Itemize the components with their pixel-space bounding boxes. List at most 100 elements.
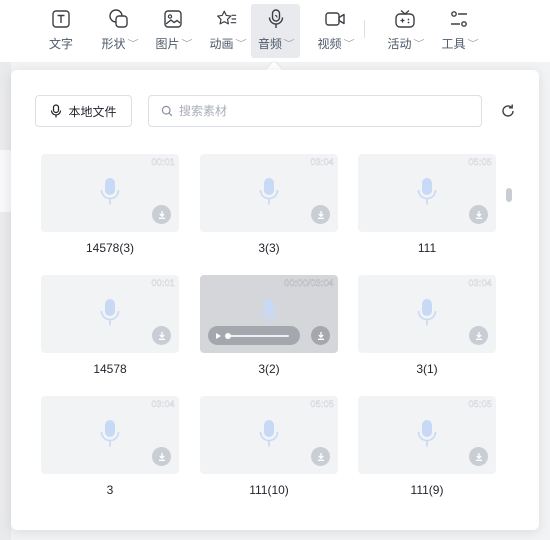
audio-duration: 05:05 xyxy=(468,399,492,409)
microphone-icon xyxy=(259,177,279,207)
audio-thumbnail[interactable]: 00:00/03:04 xyxy=(200,275,338,353)
activity-icon xyxy=(394,8,416,30)
tool-tools[interactable]: 工具 ﹀ xyxy=(438,4,480,58)
audio-thumbnail[interactable]: 03:04 xyxy=(41,396,179,474)
audio-icon xyxy=(265,8,287,30)
audio-title: 14578(3) xyxy=(85,241,135,255)
audio-thumbnail[interactable]: 05:05 xyxy=(358,154,496,232)
chevron-down-icon: ﹀ xyxy=(283,39,295,48)
audio-card[interactable]: 05:05 111(9) xyxy=(358,396,496,497)
audio-card[interactable]: 05:05 111(10) xyxy=(200,396,338,497)
tool-image[interactable]: 图片 ﹀ xyxy=(152,4,194,58)
chevron-down-icon: ﹀ xyxy=(126,39,139,48)
tool-audio-label: 音频 xyxy=(257,37,282,51)
audio-thumbnail[interactable]: 00:01 xyxy=(41,154,179,232)
audio-player[interactable] xyxy=(208,326,300,345)
download-icon[interactable] xyxy=(311,326,330,345)
background-canvas xyxy=(0,62,11,540)
tools-icon xyxy=(448,8,470,30)
microphone-icon xyxy=(50,104,62,118)
audio-card[interactable]: 03:04 3(1) xyxy=(358,275,496,376)
local-file-button[interactable]: 本地文件 xyxy=(35,95,132,127)
tool-shape-label: 形状 xyxy=(101,37,126,51)
tool-shape[interactable]: 形状 ﹀ xyxy=(98,4,140,58)
audio-panel: 本地文件 00:01 14578(3) 03:04 3(3) 05:05 111 00:01… xyxy=(11,70,539,530)
audio-duration: 03:04 xyxy=(468,278,492,288)
audio-card[interactable]: 03:04 3 xyxy=(41,396,179,497)
tool-video[interactable]: 视频 ﹀ xyxy=(314,4,356,58)
tool-activity[interactable]: 活动 ﹀ xyxy=(384,4,426,58)
tool-activity-label: 活动 xyxy=(387,37,412,51)
tool-text[interactable]: 文字 xyxy=(44,4,78,58)
microphone-icon xyxy=(259,419,279,449)
tool-animation[interactable]: 动画 ﹀ xyxy=(206,4,248,58)
chevron-down-icon: ﹀ xyxy=(342,39,355,48)
audio-title: 111 xyxy=(417,241,437,255)
audio-title: 14578 xyxy=(93,362,127,376)
audio-thumbnail[interactable]: 03:04 xyxy=(358,275,496,353)
download-icon[interactable] xyxy=(469,205,488,224)
audio-duration: 05:05 xyxy=(310,399,334,409)
image-icon xyxy=(162,8,184,30)
search-input[interactable] xyxy=(179,104,459,118)
audio-duration: 05:05 xyxy=(468,157,492,167)
audio-duration: 03:04 xyxy=(310,157,334,167)
microphone-icon xyxy=(259,298,279,328)
audio-duration: 00:00/03:04 xyxy=(284,278,334,288)
microphone-icon xyxy=(100,298,120,328)
chevron-down-icon: ﹀ xyxy=(466,39,479,48)
search-icon xyxy=(161,105,173,117)
download-icon[interactable] xyxy=(469,326,488,345)
audio-duration: 00:01 xyxy=(151,278,175,288)
play-icon[interactable] xyxy=(216,332,221,339)
download-icon[interactable] xyxy=(152,326,171,345)
audio-card[interactable]: 00:01 14578 xyxy=(41,275,179,376)
progress-track[interactable] xyxy=(225,332,289,339)
audio-title: 111(9) xyxy=(410,483,444,497)
local-file-label: 本地文件 xyxy=(68,104,117,119)
audio-card[interactable]: 00:01 14578(3) xyxy=(41,154,179,255)
shape-icon xyxy=(108,8,130,30)
refresh-icon[interactable] xyxy=(499,102,517,120)
tool-animation-label: 动画 xyxy=(209,37,234,51)
audio-thumbnail[interactable]: 05:05 xyxy=(200,396,338,474)
download-icon[interactable] xyxy=(152,447,171,466)
audio-title: 3 xyxy=(106,483,114,497)
chevron-down-icon: ﹀ xyxy=(412,39,425,48)
tool-image-label: 图片 xyxy=(155,37,180,51)
chevron-down-icon: ﹀ xyxy=(234,39,247,48)
audio-title: 3(2) xyxy=(258,362,280,376)
audio-duration: 03:04 xyxy=(151,399,175,409)
download-icon[interactable] xyxy=(152,205,171,224)
scrollbar-thumb[interactable] xyxy=(506,188,512,202)
audio-title: 3(3) xyxy=(258,241,280,255)
toolbar-divider xyxy=(364,20,365,38)
animation-icon xyxy=(216,8,238,30)
audio-card[interactable]: 00:00/03:04 3(2) xyxy=(200,275,338,376)
microphone-icon xyxy=(417,298,437,328)
download-icon[interactable] xyxy=(311,205,330,224)
audio-title: 111(10) xyxy=(249,483,289,497)
audio-thumbnail[interactable]: 05:05 xyxy=(358,396,496,474)
progress-knob[interactable] xyxy=(225,332,231,339)
microphone-icon xyxy=(100,419,120,449)
search-box[interactable] xyxy=(148,95,482,127)
top-toolbar: 文字 形状 ﹀ 图片 ﹀ 动画 ﹀ 音频 ﹀ 视频 ﹀ 活动 ﹀ 工具 ﹀ xyxy=(0,0,550,62)
video-icon xyxy=(324,8,346,30)
audio-thumbnail[interactable]: 03:04 xyxy=(200,154,338,232)
background-card xyxy=(0,150,11,212)
microphone-icon xyxy=(100,177,120,207)
tool-text-label: 文字 xyxy=(48,37,73,51)
audio-duration: 00:01 xyxy=(151,157,175,167)
audio-thumbnail[interactable]: 00:01 xyxy=(41,275,179,353)
download-icon[interactable] xyxy=(311,447,330,466)
tool-audio[interactable]: 音频 ﹀ xyxy=(251,4,300,58)
text-icon xyxy=(50,8,72,30)
audio-card[interactable]: 03:04 3(3) xyxy=(200,154,338,255)
tool-tools-label: 工具 xyxy=(441,37,466,51)
audio-title: 3(1) xyxy=(416,362,438,376)
audio-card[interactable]: 05:05 111 xyxy=(358,154,496,255)
tool-video-label: 视频 xyxy=(317,37,342,51)
download-icon[interactable] xyxy=(469,447,488,466)
microphone-icon xyxy=(417,177,437,207)
